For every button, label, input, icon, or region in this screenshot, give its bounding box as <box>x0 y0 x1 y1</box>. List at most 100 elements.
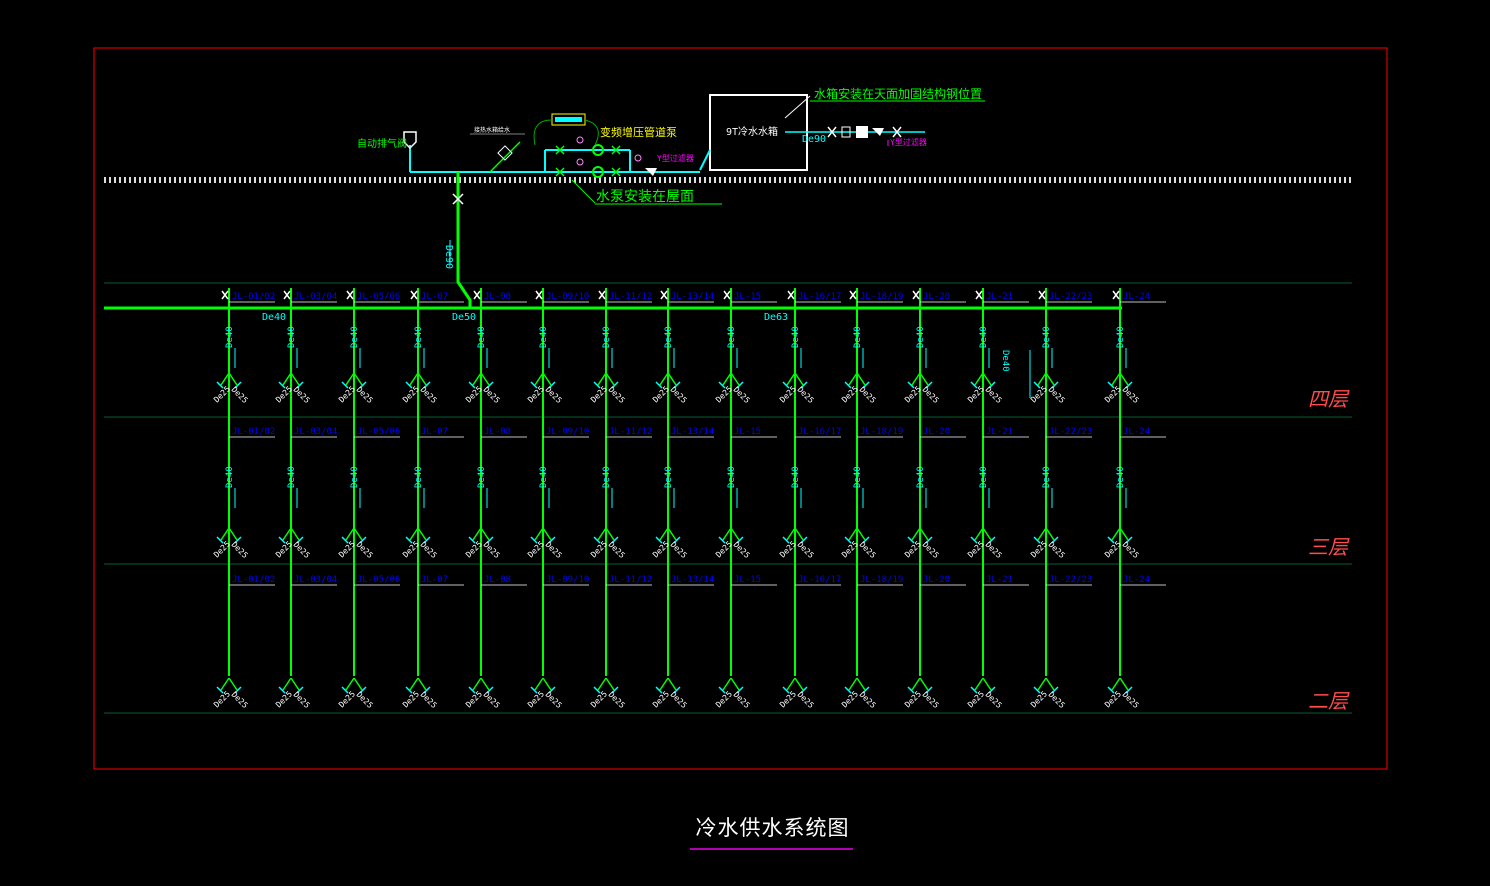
fixture-branch <box>345 677 355 691</box>
tank-pipe-size: De90 <box>802 134 826 145</box>
fixture-branch <box>667 372 677 386</box>
branch-size-label: De40 <box>664 326 674 348</box>
main-size-3: De63 <box>764 312 788 323</box>
fixture-size-label: De25 <box>903 689 923 709</box>
fixture-branch <box>730 372 740 386</box>
fixture-size-label: De25 <box>1047 540 1067 560</box>
riser-label: JL-24 <box>1123 427 1150 437</box>
fixture-branch <box>345 372 355 386</box>
branch-size-label: De40 <box>916 326 926 348</box>
fixture-branch <box>659 677 669 691</box>
branch-size-label: De40 <box>727 326 737 348</box>
fixture-branch <box>472 527 482 541</box>
fixture-branch <box>290 372 300 386</box>
fixture-branch <box>409 527 419 541</box>
fixture-size-label: De25 <box>292 690 312 710</box>
riser-label: JL-07 <box>421 575 448 585</box>
fixture-branch <box>472 677 482 691</box>
fixture-size-label: De25 <box>858 385 878 405</box>
branch-size-label: De40 <box>853 466 863 488</box>
branch-size-label: De40 <box>414 466 424 488</box>
fixture-size-label: De25 <box>337 689 357 709</box>
pump-note: 变频增压管道泵 <box>600 125 677 139</box>
fixture-size-label: De25 <box>714 689 734 709</box>
fixture-size-label: De25 <box>921 690 941 710</box>
floor-label-3: 三层 <box>1308 535 1350 559</box>
fixture-size-label: De25 <box>1121 385 1141 405</box>
fixture-branch <box>220 372 230 386</box>
riser-label: JL-16/17 <box>798 575 841 585</box>
fixture-branch <box>290 677 300 691</box>
fixture-size-label: De25 <box>589 689 609 709</box>
branch-size-label: De40 <box>1116 326 1126 348</box>
riser-label: JL-08 <box>484 575 511 585</box>
fixture-branch <box>1045 677 1055 691</box>
branch-size-label: De40 <box>664 466 674 488</box>
riser-label: JL-16/17 <box>798 292 841 302</box>
extra-branch-size: De40 <box>1000 350 1010 372</box>
fixture-size-label: De25 <box>669 385 689 405</box>
fixture-branch <box>974 677 984 691</box>
fixture-branch <box>534 527 544 541</box>
fixture-branch <box>542 677 552 691</box>
branch-size-label: De40 <box>539 326 549 348</box>
fixture-branch <box>974 527 984 541</box>
fixture-size-label: De25 <box>544 540 564 560</box>
fixture-branch <box>730 677 740 691</box>
fixture-size-label: De25 <box>984 385 1004 405</box>
fixture-branch <box>282 527 292 541</box>
fixture-branch <box>290 527 300 541</box>
fixture-size-label: De25 <box>669 690 689 710</box>
riser-label: JL-18/19 <box>860 575 903 585</box>
riser-label: JL-20 <box>923 575 950 585</box>
drawing-title: 冷水供水系统图 <box>695 816 850 840</box>
riser-valve-icon <box>221 290 229 300</box>
pump-location-leader <box>571 179 596 204</box>
fixture-branch <box>597 677 607 691</box>
tank-position-note: 水箱安装在天面加固结构钢位置 <box>814 86 982 101</box>
fixture-size-label: De25 <box>921 540 941 560</box>
pressure-gauge-2 <box>576 158 584 166</box>
fixture-size-label: De25 <box>230 540 250 560</box>
fixture-branch <box>856 527 866 541</box>
air-valve-note: 自动排气阀 <box>357 137 407 150</box>
fixture-size-label: De25 <box>1047 385 1067 405</box>
riser-label: JL-07 <box>421 292 448 302</box>
fixture-size-label: De25 <box>966 689 986 709</box>
fixture-branch <box>534 372 544 386</box>
title-underline <box>690 848 853 850</box>
branch-size-label: De40 <box>287 466 297 488</box>
fixture-branch <box>1045 527 1055 541</box>
fixture-branch <box>542 527 552 541</box>
drawing-frame <box>93 47 1388 770</box>
tank-outlet-pipe <box>699 149 711 171</box>
inlet-meter <box>856 126 868 138</box>
branch-size-label: De40 <box>350 326 360 348</box>
branch-size-label: De40 <box>916 466 926 488</box>
fixture-branch <box>982 677 992 691</box>
fixture-branch <box>353 372 363 386</box>
riser-label: JL-11/12 <box>609 427 652 437</box>
riser-label: JL-13/14 <box>671 427 714 437</box>
fixture-branch <box>353 527 363 541</box>
riser-label: JL-15 <box>734 292 761 302</box>
fixture-branch <box>542 372 552 386</box>
fixture-size-label: De25 <box>732 540 752 560</box>
fixture-size-label: De25 <box>292 385 312 405</box>
riser-label: JL-09/10 <box>546 292 589 302</box>
fixture-branch <box>1111 372 1121 386</box>
fixture-branch <box>1111 527 1121 541</box>
riser-label: JL-05/06 <box>357 292 400 302</box>
fixture-branch <box>856 372 866 386</box>
riser-valve-icon <box>410 290 418 300</box>
fixture-size-label: De25 <box>526 689 546 709</box>
fixture-branch <box>480 677 490 691</box>
fixture-size-label: De25 <box>607 540 627 560</box>
riser-label: JL-01/02 <box>232 575 275 585</box>
fixture-branch <box>417 527 427 541</box>
riser-label: JL-16/17 <box>798 427 841 437</box>
y-filter-note-1: Y型过滤器 <box>657 153 694 163</box>
fixture-branch <box>848 372 858 386</box>
fixture-size-label: De25 <box>464 689 484 709</box>
fixture-size-label: De25 <box>796 690 816 710</box>
